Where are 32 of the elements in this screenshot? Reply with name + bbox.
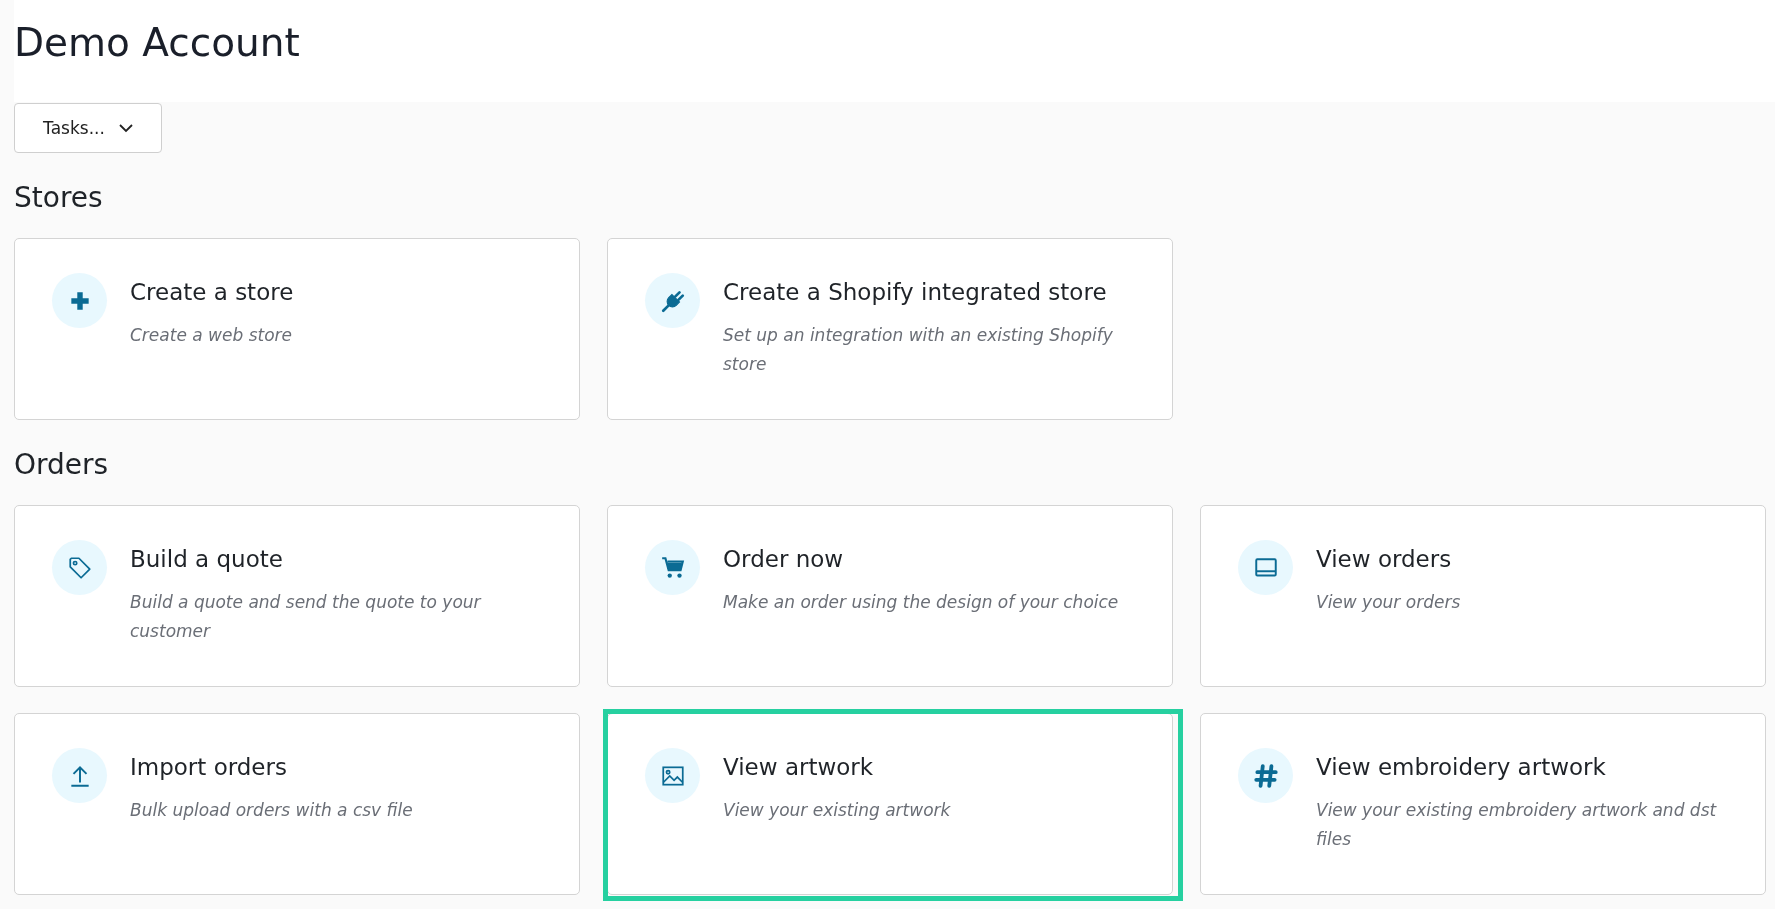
card-title: View orders	[1316, 545, 1453, 574]
cart-icon	[659, 554, 686, 581]
card-title: Create a store	[130, 278, 294, 307]
card-title: Build a quote	[130, 545, 284, 574]
card-description: Make an order using the design of your choice	[723, 591, 1119, 614]
card-description: View your existing embroidery artwork and dst files	[1316, 799, 1718, 851]
card-background[interactable]: View embroidery artwork View your existing embroidery artwork and dst files	[1200, 713, 1766, 895]
card-description: Bulk upload orders with a csv file	[130, 799, 413, 822]
card-background[interactable]: View orders View your orders	[1200, 505, 1766, 687]
card-background[interactable]: Order now Make an order using the design of your choice	[607, 505, 1173, 687]
card-description: View your existing artwork	[723, 799, 951, 822]
card-description: View your orders	[1316, 591, 1461, 614]
tasks-dropdown[interactable]: Tasks...	[14, 103, 162, 153]
section-heading: Stores	[14, 180, 104, 216]
tag-icon	[66, 554, 93, 581]
card-description: Build a quote and send the quote to your customer	[130, 591, 483, 643]
card-background[interactable]: Create a Shopify integrated store Set up an integration with an existing Shopify store	[607, 238, 1173, 420]
page-title: Demo Account	[14, 19, 301, 65]
card-title: Order now	[723, 545, 845, 574]
card-background[interactable]: Build a quote Build a quote and send the quote to your customer	[14, 505, 580, 687]
card-title: Create a Shopify integrated store	[723, 278, 1108, 307]
card-description: Create a web store	[130, 324, 293, 347]
card-background[interactable]: Create a store Create a web store	[14, 238, 580, 420]
card-title: Import orders	[130, 753, 288, 782]
card-title: View artwork	[723, 753, 875, 782]
card-background[interactable]: View artwork View your existing artwork	[607, 713, 1173, 895]
card-description: Set up an integration with an existing Shopify store	[723, 324, 1114, 376]
card-title: View embroidery artwork	[1316, 753, 1607, 782]
hashtag-icon	[1252, 762, 1279, 789]
card-background[interactable]: Import orders Bulk upload orders with a csv file	[14, 713, 580, 895]
chevron-down-icon	[118, 123, 133, 133]
section-heading: Orders	[14, 447, 110, 483]
